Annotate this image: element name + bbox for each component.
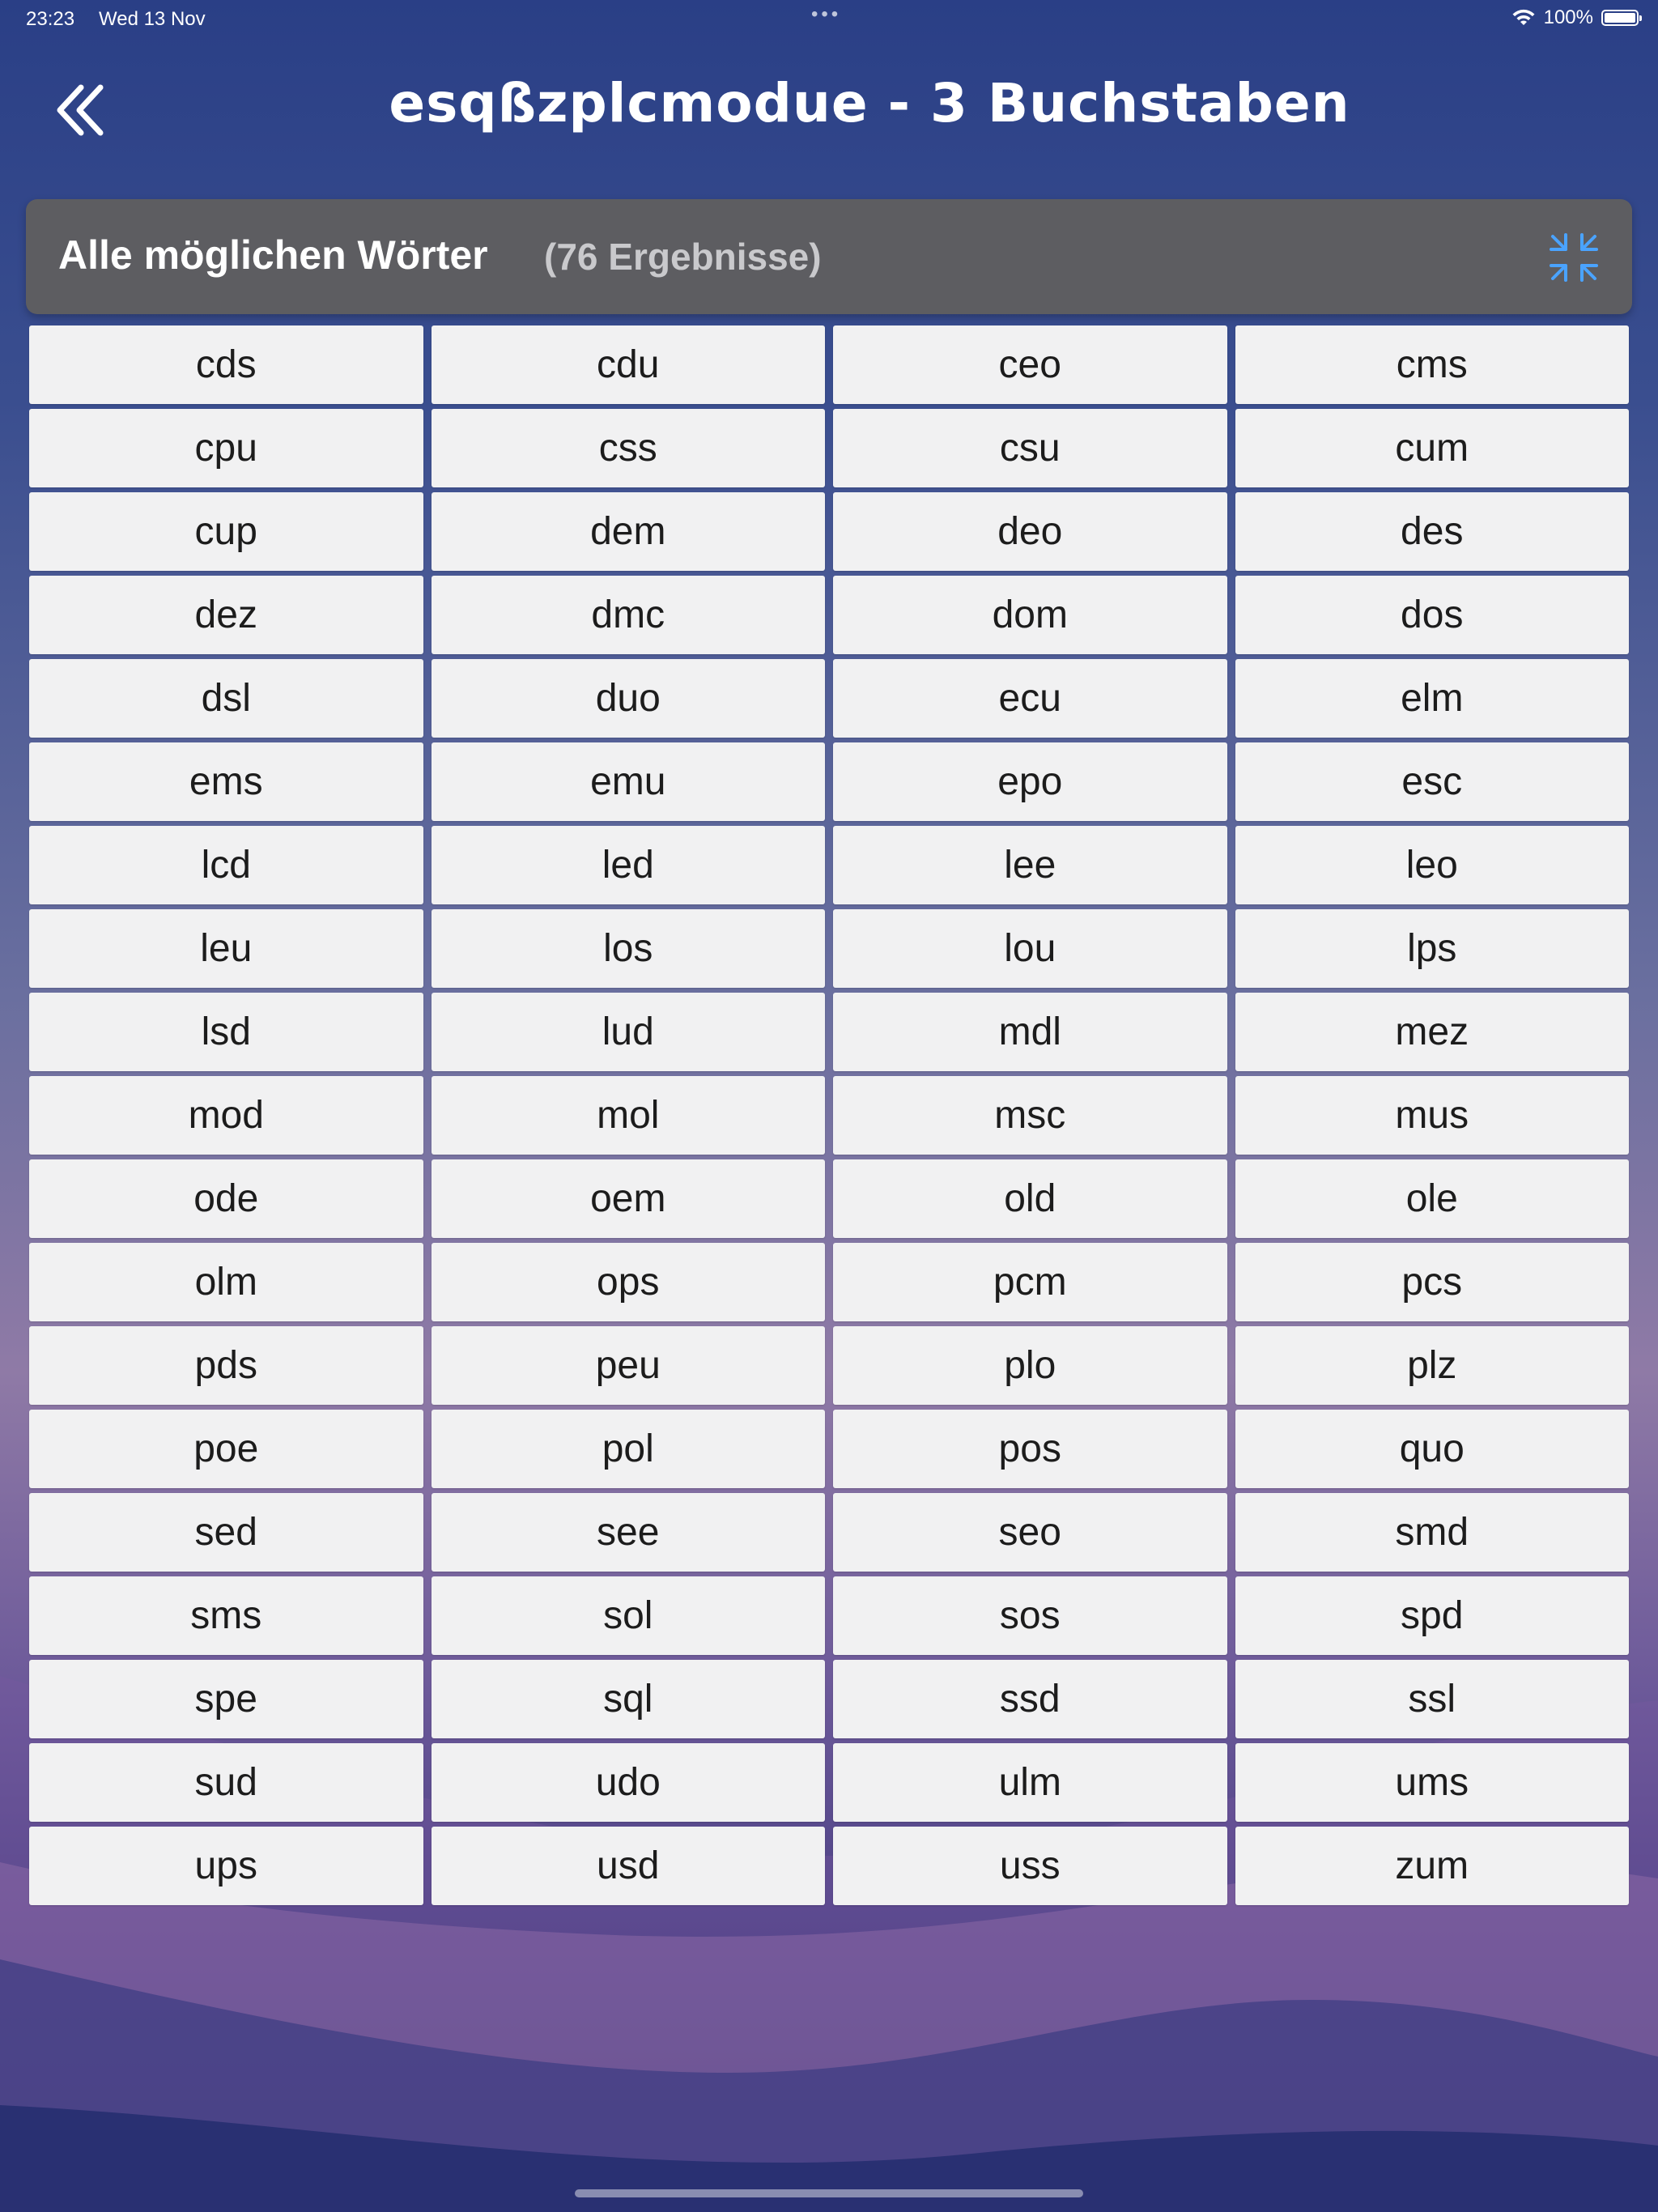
back-button[interactable] — [49, 78, 113, 143]
results-header: Alle möglichen Wörter (76 Ergebnisse) — [26, 199, 1632, 314]
collapse-button[interactable] — [1548, 232, 1600, 283]
word-cell[interactable]: lud — [431, 993, 825, 1071]
page-title: esqßzplcmodue - 3 Buchstaben — [389, 72, 1350, 134]
results-title: Alle möglichen Wörter — [58, 232, 488, 278]
word-cell[interactable]: cdu — [431, 325, 825, 404]
status-time: 23:23 — [26, 8, 75, 30]
home-indicator[interactable] — [575, 2189, 1083, 2197]
word-cell[interactable]: lee — [833, 826, 1227, 904]
word-cell[interactable]: ole — [1235, 1159, 1629, 1238]
word-cell[interactable]: plo — [833, 1326, 1227, 1405]
word-cell[interactable]: leo — [1235, 826, 1629, 904]
word-cell[interactable]: dez — [29, 576, 423, 654]
word-cell[interactable]: cpu — [29, 409, 423, 487]
word-cell[interactable]: smd — [1235, 1493, 1629, 1572]
word-cell[interactable]: plz — [1235, 1326, 1629, 1405]
word-cell[interactable]: los — [431, 909, 825, 988]
word-cell[interactable]: ulm — [833, 1743, 1227, 1822]
word-cell[interactable]: cum — [1235, 409, 1629, 487]
word-cell[interactable]: cms — [1235, 325, 1629, 404]
word-cell[interactable]: sol — [431, 1576, 825, 1655]
word-cell[interactable]: quo — [1235, 1410, 1629, 1488]
word-cell[interactable]: dem — [431, 492, 825, 571]
battery-percent: 100% — [1543, 6, 1593, 28]
word-cell[interactable]: mol — [431, 1076, 825, 1155]
word-cell[interactable]: ssd — [833, 1660, 1227, 1738]
word-cell[interactable]: peu — [431, 1326, 825, 1405]
word-cell[interactable]: leu — [29, 909, 423, 988]
word-cell[interactable]: see — [431, 1493, 825, 1572]
word-cell[interactable]: csu — [833, 409, 1227, 487]
word-cell[interactable]: oem — [431, 1159, 825, 1238]
word-cell[interactable]: elm — [1235, 659, 1629, 738]
multitasking-dots[interactable]: ••• — [811, 3, 841, 26]
word-cell[interactable]: seo — [833, 1493, 1227, 1572]
word-cell[interactable]: udo — [431, 1743, 825, 1822]
word-cell[interactable]: led — [431, 826, 825, 904]
word-cell[interactable]: zum — [1235, 1827, 1629, 1905]
word-cell[interactable]: poe — [29, 1410, 423, 1488]
word-cell[interactable]: pcm — [833, 1243, 1227, 1321]
word-cell[interactable]: sed — [29, 1493, 423, 1572]
word-cell[interactable]: usd — [431, 1827, 825, 1905]
word-cell[interactable]: ecu — [833, 659, 1227, 738]
word-cell[interactable]: old — [833, 1159, 1227, 1238]
word-cell[interactable]: mdl — [833, 993, 1227, 1071]
word-cell[interactable]: pos — [833, 1410, 1227, 1488]
word-cell[interactable]: cds — [29, 325, 423, 404]
battery-level — [1605, 13, 1635, 23]
double-chevron-left-icon — [57, 84, 104, 136]
word-cell[interactable]: dmc — [431, 576, 825, 654]
word-cell[interactable]: pol — [431, 1410, 825, 1488]
word-cell[interactable]: deo — [833, 492, 1227, 571]
word-cell[interactable]: pds — [29, 1326, 423, 1405]
word-cell[interactable]: cup — [29, 492, 423, 571]
word-cell[interactable]: dos — [1235, 576, 1629, 654]
word-cell[interactable]: ops — [431, 1243, 825, 1321]
word-cell[interactable]: spd — [1235, 1576, 1629, 1655]
word-grid: cds cdu ceo cms cpu css csu cum cup dem deo des dez d… — [29, 325, 1629, 1905]
word-cell[interactable]: mus — [1235, 1076, 1629, 1155]
word-cell[interactable]: mez — [1235, 993, 1629, 1071]
word-cell[interactable]: ems — [29, 742, 423, 821]
word-cell[interactable]: des — [1235, 492, 1629, 571]
word-cell[interactable]: ups — [29, 1827, 423, 1905]
word-cell[interactable]: sms — [29, 1576, 423, 1655]
status-bar: 23:23 Wed 13 Nov ••• 100% — [0, 0, 1658, 37]
battery-icon — [1601, 10, 1642, 26]
word-cell[interactable]: lps — [1235, 909, 1629, 988]
word-cell[interactable]: pcs — [1235, 1243, 1629, 1321]
word-cell[interactable]: lsd — [29, 993, 423, 1071]
word-cell[interactable]: duo — [431, 659, 825, 738]
word-cell[interactable]: dsl — [29, 659, 423, 738]
word-cell[interactable]: mod — [29, 1076, 423, 1155]
collapse-arrows-icon — [1550, 233, 1598, 282]
word-cell[interactable]: epo — [833, 742, 1227, 821]
word-cell[interactable]: spe — [29, 1660, 423, 1738]
results-count: (76 Ergebnisse) — [544, 236, 822, 278]
word-cell[interactable]: lou — [833, 909, 1227, 988]
wifi-icon — [1512, 9, 1535, 25]
word-cell[interactable]: lcd — [29, 826, 423, 904]
word-cell[interactable]: emu — [431, 742, 825, 821]
word-cell[interactable]: sos — [833, 1576, 1227, 1655]
word-cell[interactable]: ode — [29, 1159, 423, 1238]
word-cell[interactable]: ssl — [1235, 1660, 1629, 1738]
word-cell[interactable]: ums — [1235, 1743, 1629, 1822]
word-cell[interactable]: msc — [833, 1076, 1227, 1155]
word-cell[interactable]: uss — [833, 1827, 1227, 1905]
word-cell[interactable]: css — [431, 409, 825, 487]
word-cell[interactable]: sud — [29, 1743, 423, 1822]
status-date: Wed 13 Nov — [99, 8, 206, 30]
word-cell[interactable]: sql — [431, 1660, 825, 1738]
word-cell[interactable]: olm — [29, 1243, 423, 1321]
header: esqßzplcmodue - 3 Buchstaben — [0, 49, 1658, 162]
word-cell[interactable]: ceo — [833, 325, 1227, 404]
word-cell[interactable]: dom — [833, 576, 1227, 654]
status-right-group: 100% — [1511, 6, 1642, 29]
word-cell[interactable]: esc — [1235, 742, 1629, 821]
